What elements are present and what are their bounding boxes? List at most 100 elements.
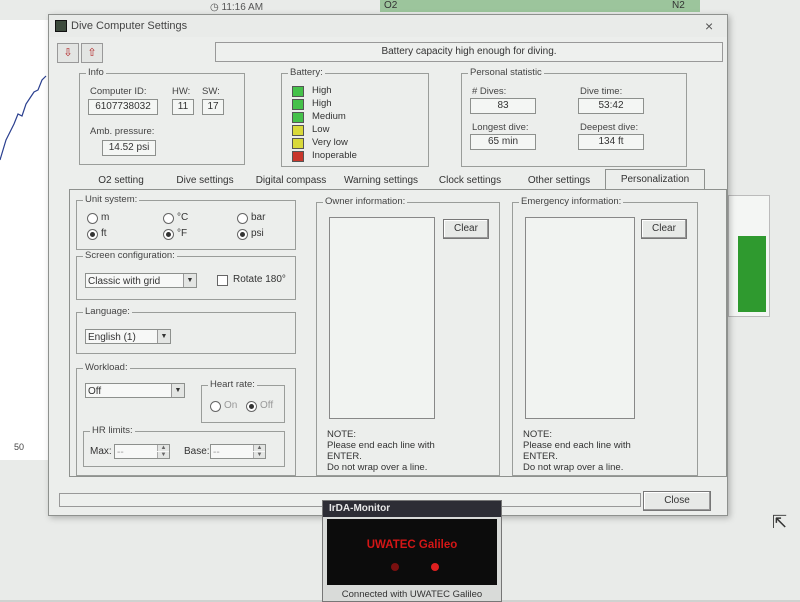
emergency-information-group: Emergency information: Clear NOTE: Pleas…: [512, 196, 698, 476]
computer-id-label: Computer ID:: [90, 86, 147, 97]
workload-select[interactable]: Off ▼: [85, 383, 185, 398]
upload-button[interactable]: ⇧: [81, 43, 103, 63]
unit-option-label: °C: [177, 212, 189, 223]
language-select[interactable]: English (1) ▼: [85, 329, 171, 344]
heart-rate-group: Heart rate: On Off: [201, 379, 285, 423]
amb-pressure-label: Amb. pressure:: [90, 126, 155, 137]
irda-brand: UWATEC Galileo: [366, 539, 458, 551]
unit-radio-0[interactable]: [87, 213, 98, 224]
max-label: Max:: [90, 446, 112, 457]
chevron-down-icon: ▼: [171, 384, 184, 397]
spin-down-icon[interactable]: ▼: [253, 452, 265, 458]
irda-display: UWATEC Galileo: [327, 519, 497, 585]
heart-rate-on-radio[interactable]: [210, 401, 221, 412]
upload-icon: ⇧: [87, 47, 97, 59]
tab-personalization[interactable]: Personalization: [605, 169, 705, 190]
battery-group-label: Battery:: [288, 67, 325, 78]
deepest-dive-label: Deepest dive:: [580, 122, 639, 133]
battery-group: Battery: High High Medium Low Very low Inoper…: [281, 67, 429, 167]
close-button[interactable]: Close: [643, 491, 711, 511]
tab-other-settings[interactable]: Other settings: [515, 173, 603, 189]
tab-o2-setting[interactable]: O2 setting: [81, 173, 161, 189]
emergency-information-label: Emergency information:: [519, 196, 624, 207]
personal-statistic-label: Personal statistic: [468, 67, 544, 78]
dive-time-field: 53:42: [578, 98, 644, 114]
emergency-clear-button[interactable]: Clear: [641, 219, 687, 239]
personal-statistic-group: Personal statistic # Dives: 83 Dive time…: [461, 67, 687, 167]
battery-level-swatch: [292, 112, 304, 123]
sw-label: SW:: [202, 86, 220, 97]
heart-rate-off-radio[interactable]: [246, 401, 257, 412]
chevron-down-icon: ▼: [157, 330, 170, 343]
unit-option-label: psi: [251, 228, 264, 239]
emergency-note: NOTE: Please end each line with ENTER. D…: [523, 429, 631, 473]
battery-level-label: Medium: [312, 111, 346, 122]
battery-level-swatch: [292, 125, 304, 136]
unit-radio-5[interactable]: [237, 229, 248, 240]
spin-down-icon[interactable]: ▼: [157, 452, 169, 458]
tab-digital-compass[interactable]: Digital compass: [247, 173, 335, 189]
chevron-down-icon: ▼: [183, 274, 196, 287]
unit-radio-2[interactable]: [163, 213, 174, 224]
owner-clear-button[interactable]: Clear: [443, 219, 489, 239]
background-gas-header: O2 N2: [380, 0, 700, 12]
unit-radio-1[interactable]: [87, 229, 98, 240]
download-button[interactable]: ⇩: [57, 43, 79, 63]
background-dive-profile: [0, 20, 49, 460]
rotate-checkbox[interactable]: [217, 275, 228, 286]
battery-level-label: Very low: [312, 137, 348, 148]
language-group: Language: English (1) ▼: [76, 306, 296, 354]
heart-rate-off-label: Off: [260, 400, 274, 411]
battery-level-label: Low: [312, 124, 330, 135]
irda-title[interactable]: IrDA-Monitor: [323, 501, 501, 517]
workload-value: Off: [88, 386, 102, 397]
close-icon[interactable]: ×: [705, 18, 713, 34]
hw-label: HW:: [172, 86, 191, 97]
clock-text: 11:16 AM: [221, 2, 264, 13]
irda-monitor-window: IrDA-Monitor UWATEC Galileo Connected wi…: [322, 500, 502, 602]
spin-up-icon[interactable]: ▲: [253, 445, 265, 451]
tab-warning-settings[interactable]: Warning settings: [337, 173, 425, 189]
tab-clock-settings[interactable]: Clock settings: [427, 173, 513, 189]
status-led-icon: [431, 563, 439, 571]
screen-configuration-value: Classic with grid: [88, 276, 161, 287]
personalization-page: Unit system: m ft °C °F bar psi Screen config…: [69, 189, 727, 477]
base-stepper[interactable]: -- ▲ ▼: [210, 444, 266, 459]
window-title: Dive Computer Settings: [71, 20, 188, 32]
title-bar[interactable]: Dive Computer Settings ×: [49, 15, 727, 37]
info-group-label: Info: [86, 67, 106, 78]
gas-label-o2: O2: [384, 0, 398, 11]
spin-up-icon[interactable]: ▲: [157, 445, 169, 451]
unit-option-label: ft: [101, 228, 107, 239]
language-label: Language:: [83, 306, 132, 317]
owner-information-group: Owner information: Clear NOTE: Please en…: [316, 196, 500, 476]
battery-level-swatch: [292, 138, 304, 149]
unit-system-label: Unit system:: [83, 194, 140, 205]
max-stepper[interactable]: -- ▲ ▼: [114, 444, 170, 459]
status-message: Battery capacity high enough for diving.: [215, 42, 723, 62]
screen-configuration-select[interactable]: Classic with grid ▼: [85, 273, 197, 288]
language-value: English (1): [88, 332, 136, 343]
longest-dive-label: Longest dive:: [472, 122, 529, 133]
base-value: --: [213, 447, 220, 458]
sw-field: 17: [202, 99, 224, 115]
screen-configuration-label: Screen configuration:: [83, 250, 177, 261]
hr-limits-label: HR limits:: [90, 425, 135, 436]
unit-radio-4[interactable]: [237, 213, 248, 224]
battery-level-swatch: [292, 86, 304, 97]
unit-option-label: °F: [177, 228, 188, 239]
hw-field: 11: [172, 99, 194, 115]
status-led-icon: [391, 563, 399, 571]
heart-rate-label: Heart rate:: [208, 379, 257, 390]
workload-label: Workload:: [83, 362, 130, 373]
unit-option-label: bar: [251, 212, 266, 223]
tab-dive-settings[interactable]: Dive settings: [165, 173, 245, 189]
battery-level-label: High: [312, 85, 332, 96]
unit-radio-3[interactable]: [163, 229, 174, 240]
rotate-label: Rotate 180°: [233, 274, 286, 285]
axis-tick-label: 50: [14, 442, 25, 452]
emergency-information-textarea[interactable]: [525, 217, 635, 419]
background-bar: [738, 236, 766, 312]
owner-information-textarea[interactable]: [329, 217, 435, 419]
app-icon: [55, 20, 67, 32]
